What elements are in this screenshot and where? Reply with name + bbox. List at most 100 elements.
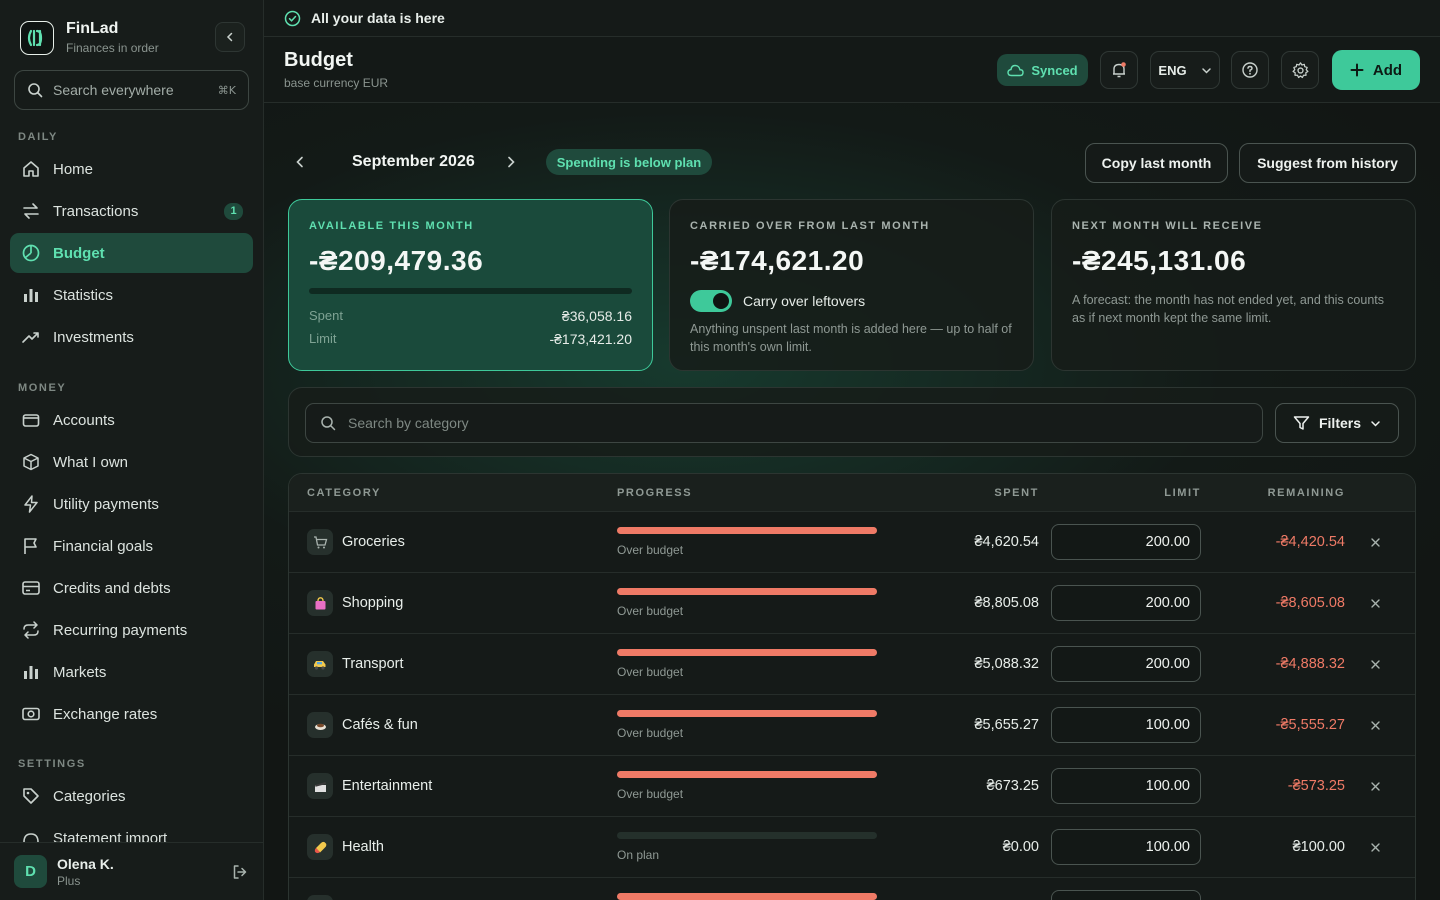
help-button[interactable] <box>1231 51 1269 89</box>
table-header: CATEGORY PROGRESS SPENT LIMIT REMAINING <box>289 474 1415 512</box>
section-label-money: MONEY <box>18 382 67 394</box>
remove-category-button[interactable] <box>1367 534 1383 550</box>
category-status: Over budget <box>617 726 684 740</box>
table-row[interactable] <box>289 878 1415 900</box>
global-search[interactable]: ⌘K <box>14 70 249 110</box>
sidebar-item-utility-payments[interactable]: Utility payments <box>10 484 253 524</box>
brand-tagline: Finances in order <box>66 41 159 55</box>
language-select[interactable]: ENG <box>1150 51 1220 89</box>
prev-month-button[interactable] <box>294 155 306 169</box>
close-icon <box>1370 598 1380 608</box>
collapse-sidebar-button[interactable] <box>215 22 245 52</box>
page-subtitle: base currency EUR <box>284 76 389 90</box>
flag-icon <box>20 536 41 557</box>
category-limit-input[interactable] <box>1051 768 1201 804</box>
remove-category-button[interactable] <box>1367 717 1383 733</box>
add-button[interactable]: Add <box>1332 50 1420 90</box>
category-limit-input[interactable] <box>1051 829 1201 865</box>
category-name: Groceries <box>342 534 405 550</box>
category-limit-input[interactable] <box>1051 707 1201 743</box>
category-progress-bar <box>617 649 877 656</box>
synced-label: Synced <box>1031 62 1078 78</box>
sidebar-item-investments[interactable]: Investments <box>10 317 253 357</box>
table-row[interactable]: Health On plan ₴0.00 ₴100.00 <box>289 817 1415 878</box>
category-progress-bar <box>617 832 877 839</box>
category-spent: ₴673.25 <box>986 778 1039 794</box>
sidebar-item-label: Transactions <box>53 202 139 220</box>
sidebar-item-financial-goals[interactable]: Financial goals <box>10 526 253 566</box>
available-limit-row: Limit -₴173,421.20 <box>309 331 632 347</box>
sidebar-item-label: Statistics <box>53 286 114 304</box>
filters-button[interactable]: Filters <box>1275 403 1399 443</box>
table-row[interactable]: Groceries Over budget ₴4,620.54 -₴4,420.54 <box>289 512 1415 573</box>
carried-title: CARRIED OVER FROM LAST MONTH <box>690 220 930 232</box>
add-label: Add <box>1372 61 1403 79</box>
carried-over-card: CARRIED OVER FROM LAST MONTH -₴174,621.2… <box>669 199 1034 371</box>
category-remaining: -₴4,888.32 <box>1275 656 1345 672</box>
remove-category-button[interactable] <box>1367 839 1383 855</box>
carry-over-toggle[interactable] <box>690 290 732 312</box>
clapper-icon <box>307 773 333 799</box>
sidebar-item-label: Accounts <box>53 411 115 429</box>
sidebar-item-transactions[interactable]: Transactions 1 <box>10 191 253 231</box>
category-progress-bar <box>617 893 877 900</box>
category-progress-bar <box>617 588 877 595</box>
available-progress-bar <box>309 288 632 294</box>
category-remaining: ₴100.00 <box>1292 839 1345 855</box>
remove-category-button[interactable] <box>1367 595 1383 611</box>
sidebar-item-label: Exchange rates <box>53 705 158 723</box>
cube-icon <box>20 452 41 473</box>
user-panel[interactable]: D Olena K. Plus <box>0 842 263 900</box>
brand[interactable]: FinLad Finances in order <box>20 20 159 55</box>
brand-name: FinLad <box>66 20 119 37</box>
global-search-input[interactable] <box>53 82 208 98</box>
category-progress-fill <box>617 771 877 778</box>
suggest-from-history-button[interactable]: Suggest from history <box>1239 143 1416 183</box>
category-search[interactable] <box>305 403 1263 443</box>
copy-last-month-button[interactable]: Copy last month <box>1085 143 1228 183</box>
table-row[interactable]: Entertainment Over budget ₴673.25 -₴573.25 <box>289 756 1415 817</box>
sidebar-item-label: Home <box>53 160 94 178</box>
sidebar-item-what-i-own[interactable]: What I own <box>10 442 253 482</box>
coffee-icon <box>307 712 333 738</box>
carried-amount: -₴174,621.20 <box>690 245 865 276</box>
next-month-button[interactable] <box>505 155 517 169</box>
remove-category-button[interactable] <box>1367 778 1383 794</box>
sidebar-item-accounts[interactable]: Accounts <box>10 400 253 440</box>
gear-icon <box>1291 61 1309 78</box>
remove-category-button[interactable] <box>1367 656 1383 672</box>
next-note: A forecast: the month has not ended yet,… <box>1072 293 1385 325</box>
category-limit-input[interactable] <box>1051 646 1201 682</box>
category-limit-input[interactable] <box>1051 524 1201 560</box>
category-limit-input[interactable] <box>1051 890 1201 900</box>
sidebar-item-markets[interactable]: Markets <box>10 652 253 692</box>
sidebar-item-credits-debts[interactable]: Credits and debts <box>10 568 253 608</box>
sidebar-item-home[interactable]: Home <box>10 149 253 189</box>
logout-icon[interactable] <box>231 863 249 881</box>
notifications-button[interactable] <box>1100 51 1138 89</box>
pill-icon <box>307 834 333 860</box>
category-status: Over budget <box>617 543 684 557</box>
limit-label: Limit <box>309 331 337 346</box>
table-row[interactable]: Cafés & fun Over budget ₴5,655.27 -₴5,555.2… <box>289 695 1415 756</box>
filter-icon <box>1293 416 1310 430</box>
sidebar-item-recurring-payments[interactable]: Recurring payments <box>10 610 253 650</box>
close-icon <box>1370 781 1380 791</box>
sidebar-item-categories[interactable]: Categories <box>10 776 253 816</box>
category-spent: ₴0.00 <box>1002 839 1039 855</box>
category-status: Over budget <box>617 665 684 679</box>
table-row[interactable]: Shopping Over budget ₴8,805.08 -₴8,605.08 <box>289 573 1415 634</box>
settings-button[interactable] <box>1281 51 1319 89</box>
category-limit-input[interactable] <box>1051 585 1201 621</box>
close-icon <box>1370 720 1380 730</box>
category-search-input[interactable] <box>348 415 1248 431</box>
sidebar-item-statistics[interactable]: Statistics <box>10 275 253 315</box>
synced-badge[interactable]: Synced <box>997 54 1088 86</box>
sidebar: FinLad Finances in order ⌘K DAILY Home T… <box>0 0 264 900</box>
bar-chart-icon <box>20 662 41 683</box>
sidebar-item-budget[interactable]: Budget <box>10 233 253 273</box>
banknote-icon <box>20 704 41 725</box>
table-row[interactable]: Transport Over budget ₴5,088.32 -₴4,888.32 <box>289 634 1415 695</box>
category-progress-fill <box>617 710 877 717</box>
sidebar-item-exchange-rates[interactable]: Exchange rates <box>10 694 253 734</box>
